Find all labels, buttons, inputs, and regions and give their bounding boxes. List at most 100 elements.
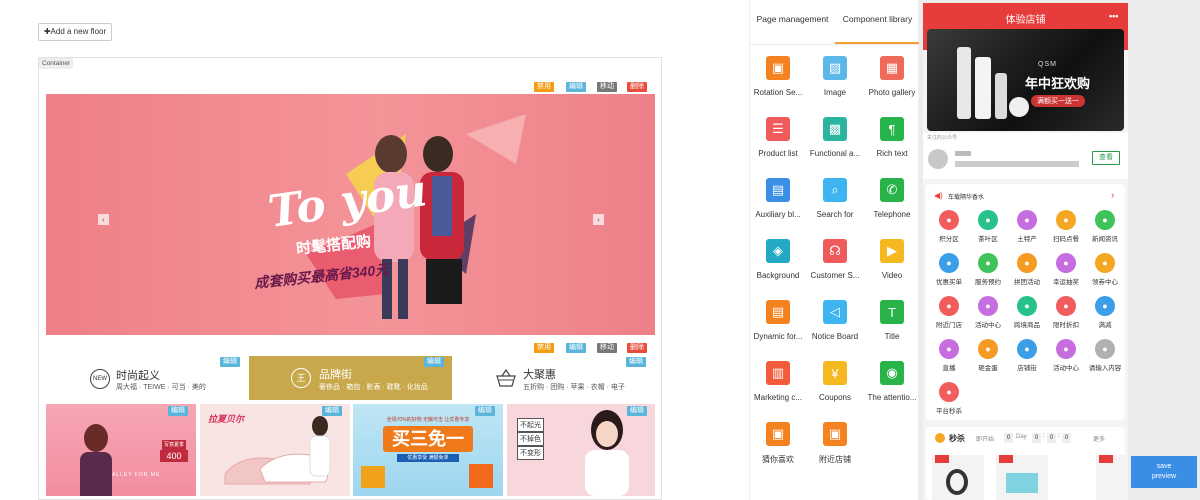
component-paint-bucket-9[interactable]: ◈ Background — [750, 239, 806, 280]
edit-tag[interactable]: 编辑 — [566, 82, 586, 92]
service-item[interactable]: ● 平台秒杀 — [930, 382, 968, 415]
account-card: 关注的公众号 查看 — [923, 133, 1128, 179]
tab-page-management[interactable]: Page management — [750, 0, 835, 44]
service-icon: ● — [939, 339, 959, 359]
tab-component-library[interactable]: Component library — [835, 0, 920, 44]
component-title-14[interactable]: T Title — [864, 300, 920, 341]
banner-headline: 年中狂欢购 — [1025, 76, 1091, 91]
service-icon: ● — [939, 253, 959, 273]
component-coupon-16[interactable]: ¥ Coupons — [807, 361, 863, 402]
disable-tag[interactable]: 禁用 — [534, 82, 554, 92]
edit-tag[interactable]: 编辑 — [168, 406, 188, 416]
video-icon: ▶ — [880, 239, 904, 263]
move-tag[interactable]: 移动 — [597, 343, 617, 353]
service-item[interactable]: ● 活动中心 — [969, 296, 1007, 329]
component-image-19[interactable]: ▣ 附近店铺 — [807, 422, 863, 465]
save-preview-button[interactable]: save preview — [1131, 456, 1197, 488]
service-item[interactable]: ● 土特产 — [1008, 210, 1046, 243]
nav-item-big-deal[interactable]: 编辑 大聚惠 五折购 · 团购 · 苹果 · 衣帽 · 电子 — [455, 356, 655, 400]
chevron-right-icon[interactable]: › — [593, 214, 604, 225]
wechat-icon: ◉ — [880, 361, 904, 385]
component-gallery-grid-2[interactable]: ▦ Photo gallery — [864, 56, 920, 97]
service-label: 土特产 — [1017, 236, 1037, 243]
component-phone-8[interactable]: ✆ Telephone — [864, 178, 920, 219]
chevron-right-icon[interactable]: › — [1111, 190, 1114, 201]
component-image-18[interactable]: ▣ 猜你喜欢 — [750, 422, 806, 465]
nav-title: 时尚起义 — [116, 370, 160, 382]
nav-item-fashion[interactable]: 编辑 NEW 时尚起义 周大福 · TEIWE · 可当 · 美的 — [46, 356, 246, 400]
promo-tile-4[interactable]: 编辑 不起光 不掉色 不变形 — [507, 404, 655, 496]
component-form-12[interactable]: ▤ Dynamic for... — [750, 300, 806, 341]
promo-tile-2[interactable]: 编辑 拉夏贝尔 — [200, 404, 350, 496]
edit-tag[interactable]: 编辑 — [424, 357, 444, 367]
component-auxiliary-6[interactable]: ▤ Auxiliary bl... — [750, 178, 806, 219]
more-icon[interactable]: ••• — [1109, 11, 1118, 21]
nav-item-brand-street[interactable]: 编辑 王 品牌街 奢侈品 · 箱包 · 影表 · 鞋靴 · 化妆品 — [249, 356, 452, 400]
service-item[interactable]: ● 扫码点餐 — [1047, 210, 1085, 243]
edit-tag[interactable]: 编辑 — [626, 357, 646, 367]
component-wechat-17[interactable]: ◉ The attentio... — [864, 361, 920, 402]
edit-tag[interactable]: 编辑 — [220, 357, 240, 367]
countdown-sep: : — [1058, 433, 1060, 439]
component-video-11[interactable]: ▶ Video — [864, 239, 920, 280]
promo-tile-3[interactable]: 编辑 全场70%的好物 无懈可击 让优惠专享 买三免一 优惠享受 满额免单 — [353, 404, 503, 496]
component-label: Dynamic for... — [753, 332, 803, 341]
promo-tile-1[interactable]: 编辑 写意夏季 400 VALLEY FOR ME — [46, 404, 196, 496]
component-label: Telephone — [873, 210, 911, 219]
banner-sub: 满额买一送一 — [1031, 95, 1085, 107]
service-item[interactable]: ● 满减 — [1086, 296, 1124, 329]
service-item[interactable]: ● 积分区 — [930, 210, 968, 243]
delete-tag[interactable]: 删除 — [627, 82, 647, 92]
component-search-7[interactable]: ⌕ Search for — [807, 178, 863, 219]
flash-product[interactable] — [996, 455, 1048, 500]
paint-bucket-icon: ◈ — [766, 239, 790, 263]
gift-box — [361, 466, 385, 488]
edit-tag[interactable]: 编辑 — [475, 406, 495, 416]
plus-icon: ✚ — [43, 27, 51, 36]
component-list-3[interactable]: ☰ Product list — [750, 117, 806, 158]
service-item[interactable]: ● 活动中心 — [1047, 339, 1085, 372]
service-item[interactable]: ● 限时折扣 — [1047, 296, 1085, 329]
component-label: Photo gallery — [868, 88, 916, 97]
phone-title: 体验店铺 — [1005, 15, 1046, 26]
flash-product[interactable] — [932, 455, 984, 500]
service-item[interactable]: ● 服务预约 — [969, 253, 1007, 286]
model-figure — [309, 416, 331, 477]
tab-divider — [750, 44, 920, 45]
flash-more[interactable]: 更多 — [1093, 434, 1105, 443]
phone-banner[interactable]: QSM 年中狂欢购 满额买一送一 — [927, 29, 1124, 131]
component-grid-4[interactable]: ▩ Functional a... — [807, 117, 863, 158]
chevron-left-icon[interactable]: ‹ — [98, 214, 109, 225]
component-speaker-13[interactable]: ◁ Notice Board — [807, 300, 863, 341]
component-picture-1[interactable]: ▨ Image — [807, 56, 863, 97]
service-item[interactable]: ● 砸金蛋 — [969, 339, 1007, 372]
service-label: 活动中心 — [1053, 365, 1079, 372]
service-item[interactable]: ● 领券中心 — [1086, 253, 1124, 286]
service-item[interactable]: ● 拼团活动 — [1008, 253, 1046, 286]
service-item[interactable]: ● 请输入内容 — [1086, 339, 1124, 372]
service-item[interactable]: ● 跨境商品 — [1008, 296, 1046, 329]
follow-button[interactable]: 查看 — [1092, 151, 1120, 165]
component-chart-15[interactable]: ▥ Marketing c... — [750, 361, 806, 402]
banner-carousel[interactable]: To you 时髦搭配购 成套购买最高省340元 ‹ › — [46, 94, 655, 335]
flash-icon — [935, 433, 945, 443]
delete-tag[interactable]: 删除 — [627, 343, 647, 353]
service-item[interactable]: ● 直播 — [930, 339, 968, 372]
disable-tag[interactable]: 禁用 — [534, 343, 554, 353]
title-icon: T — [880, 300, 904, 324]
service-item[interactable]: ● 新闻资讯 — [1086, 210, 1124, 243]
service-icon: ● — [978, 296, 998, 316]
move-tag[interactable]: 移动 — [597, 82, 617, 92]
component-headset-10[interactable]: ☊ Customer S... — [807, 239, 863, 280]
flash-product[interactable] — [1096, 455, 1125, 500]
service-item[interactable]: ● 附近门店 — [930, 296, 968, 329]
edit-tag[interactable]: 编辑 — [566, 343, 586, 353]
component-rich-text-5[interactable]: ¶ Rich text — [864, 117, 920, 158]
service-item[interactable]: ● 茶叶区 — [969, 210, 1007, 243]
component-image-0[interactable]: ▣ Rotation Se... — [750, 56, 806, 97]
add-floor-button[interactable]: ✚Add a new floor — [38, 23, 112, 41]
service-item[interactable]: ● 优惠买单 — [930, 253, 968, 286]
service-item[interactable]: ● 幸运抽奖 — [1047, 253, 1085, 286]
service-item[interactable]: ● 店铺街 — [1008, 339, 1046, 372]
service-icon: ● — [1095, 210, 1115, 230]
